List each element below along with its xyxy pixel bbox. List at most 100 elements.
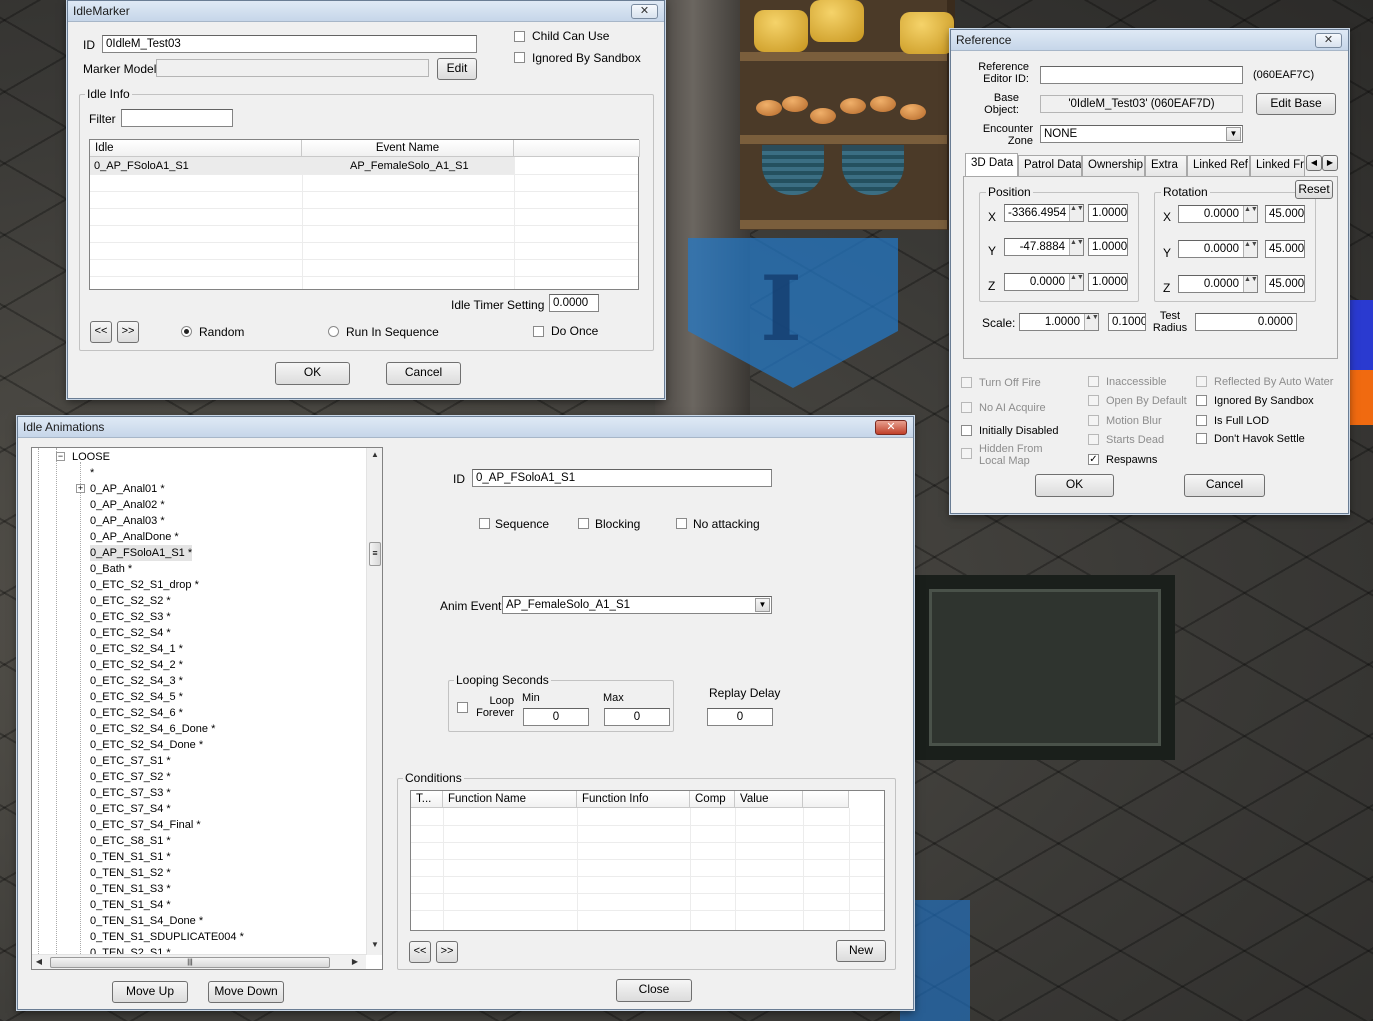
tab-scroll-left-icon[interactable]: ◀ bbox=[1306, 155, 1322, 171]
test-radius-input[interactable]: 0.0000 bbox=[1195, 313, 1297, 331]
tree-item[interactable]: 0_TEN_S1_S4 * bbox=[90, 897, 171, 913]
column-header-empty[interactable] bbox=[803, 791, 849, 808]
tree-item[interactable]: 0_ETC_S2_S4_3 * bbox=[90, 673, 183, 689]
close-icon[interactable]: ✕ bbox=[1315, 33, 1342, 48]
close-button[interactable]: Close bbox=[616, 979, 692, 1002]
tree-item[interactable]: 0_AP_Anal01 * bbox=[90, 481, 165, 497]
tree-vertical-scrollbar[interactable]: ▲ ≡ ▼ bbox=[366, 448, 382, 955]
column-header-value[interactable]: Value bbox=[735, 791, 803, 808]
scroll-right-icon[interactable]: ▶ bbox=[348, 955, 362, 969]
tree-item[interactable]: 0_TEN_S1_S3 * bbox=[90, 881, 171, 897]
cancel-button[interactable]: Cancel bbox=[1184, 474, 1265, 497]
spin-icon[interactable]: ▲▼ bbox=[1069, 274, 1083, 290]
tab-linked-ref[interactable]: Linked Ref bbox=[1187, 155, 1250, 176]
tree-item[interactable]: 0_ETC_S2_S1_drop * bbox=[90, 577, 199, 593]
prev-button[interactable]: << bbox=[90, 321, 112, 343]
rot-x-step-input[interactable]: 45.000 bbox=[1265, 205, 1305, 223]
tab-3d-data[interactable]: 3D Data bbox=[965, 153, 1018, 176]
no-attacking-checkbox[interactable] bbox=[676, 518, 687, 529]
child-can-use-checkbox[interactable] bbox=[514, 31, 525, 42]
tree-item[interactable]: 0_ETC_S2_S4_Done * bbox=[90, 737, 203, 753]
chevron-down-icon[interactable]: ▼ bbox=[755, 598, 770, 612]
do-once-checkbox[interactable] bbox=[533, 326, 544, 337]
column-header-function-info[interactable]: Function Info bbox=[577, 791, 690, 808]
pos-z-step-input[interactable]: 1.0000 bbox=[1088, 273, 1128, 291]
blocking-checkbox[interactable] bbox=[578, 518, 589, 529]
new-condition-button[interactable]: New bbox=[836, 940, 886, 962]
rot-x-input[interactable]: 0.0000 ▲▼ bbox=[1178, 205, 1258, 223]
scrollbar-thumb[interactable]: ≡ bbox=[369, 542, 381, 566]
ignored-by-sandbox-checkbox[interactable] bbox=[1196, 395, 1207, 406]
tree-item[interactable]: 0_ETC_S2_S2 * bbox=[90, 593, 171, 609]
loop-forever-checkbox[interactable] bbox=[457, 702, 468, 713]
idle-marker-titlebar[interactable]: IdleMarker ✕ bbox=[68, 1, 664, 22]
tree-item[interactable]: 0_ETC_S7_S2 * bbox=[90, 769, 171, 785]
edit-button[interactable]: Edit bbox=[437, 58, 477, 80]
min-input[interactable]: 0 bbox=[523, 708, 589, 726]
tree-item[interactable]: 0_ETC_S2_S4_2 * bbox=[90, 657, 183, 673]
prev-button[interactable]: << bbox=[409, 941, 431, 963]
tree-item[interactable]: 0_ETC_S2_S4_6_Done * bbox=[90, 721, 215, 737]
pos-x-step-input[interactable]: 1.0000 bbox=[1088, 204, 1128, 222]
column-header-type[interactable]: T... bbox=[411, 791, 443, 808]
anim-event-select[interactable]: AP_FemaleSolo_A1_S1 ▼ bbox=[502, 596, 772, 614]
expand-icon[interactable]: + bbox=[76, 484, 85, 493]
idle-timer-input[interactable]: 0.0000 bbox=[549, 294, 599, 312]
collapse-icon[interactable]: − bbox=[56, 452, 65, 461]
max-input[interactable]: 0 bbox=[604, 708, 670, 726]
tree-item[interactable]: 0_ETC_S2_S4_1 * bbox=[90, 641, 183, 657]
spin-icon[interactable]: ▲▼ bbox=[1084, 314, 1098, 330]
initially-disabled-checkbox[interactable] bbox=[961, 425, 972, 436]
spin-icon[interactable]: ▲▼ bbox=[1069, 205, 1083, 221]
run-in-sequence-radio[interactable] bbox=[328, 326, 339, 337]
ok-button[interactable]: OK bbox=[275, 362, 350, 385]
idle-list[interactable]: Idle Event Name 0_AP_FSoloA1_S1 AP_Femal… bbox=[89, 139, 640, 290]
spin-icon[interactable]: ▲▼ bbox=[1243, 241, 1257, 257]
close-icon[interactable]: ✕ bbox=[875, 420, 907, 435]
close-icon[interactable]: ✕ bbox=[631, 4, 658, 19]
tree-item[interactable]: 0_AP_FSoloA1_S1 * bbox=[90, 545, 193, 561]
column-header-event-name[interactable]: Event Name bbox=[302, 140, 514, 157]
scroll-up-icon[interactable]: ▲ bbox=[368, 448, 382, 462]
tree-item[interactable]: 0_ETC_S7_S4 * bbox=[90, 801, 171, 817]
tree-item[interactable]: 0_AP_AnalDone * bbox=[90, 529, 179, 545]
cancel-button[interactable]: Cancel bbox=[386, 362, 461, 385]
spin-icon[interactable]: ▲▼ bbox=[1243, 206, 1257, 222]
rot-y-step-input[interactable]: 45.000 bbox=[1265, 240, 1305, 258]
filter-input[interactable] bbox=[121, 109, 233, 127]
pos-y-step-input[interactable]: 1.0000 bbox=[1088, 238, 1128, 256]
dont-havok-settle-checkbox[interactable] bbox=[1196, 433, 1207, 444]
rot-y-input[interactable]: 0.0000 ▲▼ bbox=[1178, 240, 1258, 258]
pos-y-input[interactable]: -47.8884 ▲▼ bbox=[1004, 238, 1084, 256]
tab-ownership[interactable]: Ownership bbox=[1082, 155, 1145, 176]
tree-item[interactable]: 0_TEN_S1_S1 * bbox=[90, 849, 171, 865]
sequence-checkbox[interactable] bbox=[479, 518, 490, 529]
next-button[interactable]: >> bbox=[436, 941, 458, 963]
tree-item[interactable]: 0_ETC_S2_S4_6 * bbox=[90, 705, 183, 721]
pos-z-input[interactable]: 0.0000 ▲▼ bbox=[1004, 273, 1084, 291]
idle-animations-titlebar[interactable]: Idle Animations ✕ bbox=[18, 417, 913, 438]
encounter-zone-select[interactable]: NONE ▼ bbox=[1040, 125, 1243, 143]
edit-base-button[interactable]: Edit Base bbox=[1256, 93, 1336, 115]
chevron-down-icon[interactable]: ▼ bbox=[1226, 127, 1241, 141]
tree-item[interactable]: 0_ETC_S2_S4_5 * bbox=[90, 689, 183, 705]
reference-editor-id-input[interactable] bbox=[1040, 66, 1243, 84]
tab-extra[interactable]: Extra bbox=[1145, 155, 1187, 176]
column-header-idle[interactable]: Idle bbox=[90, 140, 302, 157]
scrollbar-thumb[interactable]: ||| bbox=[50, 957, 330, 968]
reference-titlebar[interactable]: Reference ✕ bbox=[951, 30, 1348, 51]
tree-item[interactable]: 0_ETC_S7_S3 * bbox=[90, 785, 171, 801]
replay-delay-input[interactable]: 0 bbox=[707, 708, 773, 726]
id-input[interactable]: 0_AP_FSoloA1_S1 bbox=[472, 469, 772, 487]
tree-item[interactable]: 0_ETC_S7_S1 * bbox=[90, 753, 171, 769]
move-down-button[interactable]: Move Down bbox=[208, 981, 284, 1003]
pos-x-input[interactable]: -3366.4954 ▲▼ bbox=[1004, 204, 1084, 222]
scroll-down-icon[interactable]: ▼ bbox=[368, 938, 382, 952]
spin-icon[interactable]: ▲▼ bbox=[1243, 276, 1257, 292]
tree-item[interactable]: 0_ETC_S2_S3 * bbox=[90, 609, 171, 625]
rot-z-step-input[interactable]: 45.000 bbox=[1265, 275, 1305, 293]
tree-item[interactable]: 0_TEN_S1_S2 * bbox=[90, 865, 171, 881]
tab-linked-from[interactable]: Linked Fr bbox=[1250, 155, 1305, 176]
tree-item[interactable]: 0_ETC_S2_S4 * bbox=[90, 625, 171, 641]
conditions-list[interactable]: T... Function Name Function Info Comp Va… bbox=[410, 790, 885, 931]
